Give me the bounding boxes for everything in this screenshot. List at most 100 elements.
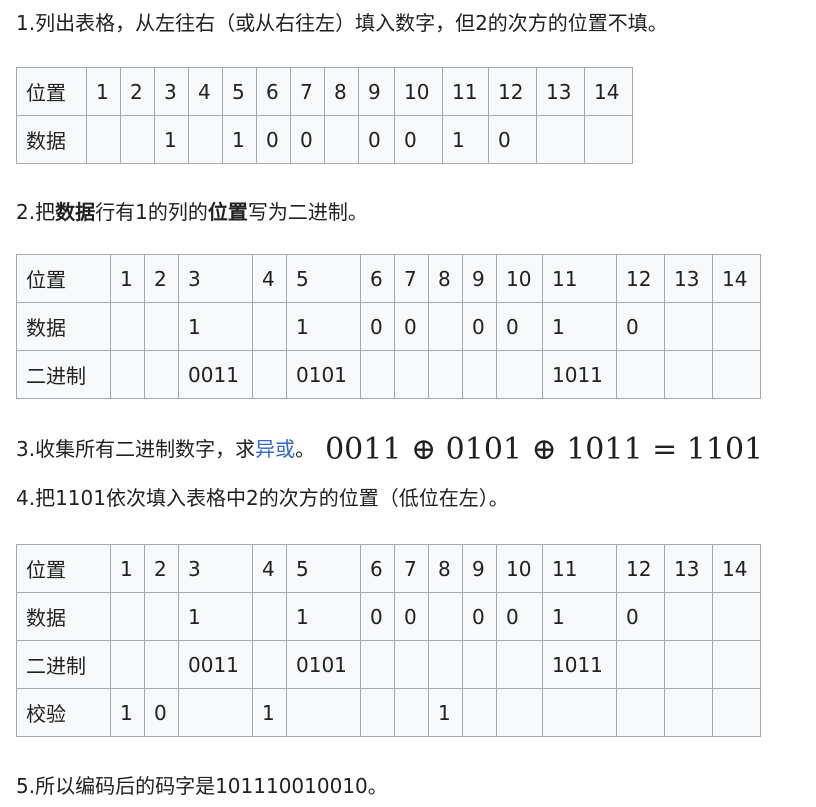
table-cell [664, 640, 713, 689]
table-cell: 12 [488, 67, 537, 116]
table-cell [252, 302, 287, 351]
table-cell [360, 640, 395, 689]
table-cell: 14 [584, 67, 633, 116]
table-cell [712, 302, 761, 351]
table-cell: 1 [252, 688, 287, 737]
table-cell: 1 [428, 688, 463, 737]
table-step3-body: 位置 1 2 3 4 5 6 7 8 9 10 11 12 13 14 数据 1 1 0 0 0 0 1 0 二进制 0011 01… [16, 544, 761, 737]
table-cell: 0 [394, 115, 443, 164]
row-header-cell: 位置 [16, 544, 111, 593]
table-cell: 0101 [286, 640, 361, 689]
table-cell: 4 [252, 544, 287, 593]
step2-prefix: 2.把 [16, 200, 56, 224]
table-cell: 6 [256, 67, 291, 116]
table-cell [584, 115, 633, 164]
table-cell: 0 [394, 592, 429, 641]
table-cell: 13 [664, 544, 713, 593]
table-cell [496, 688, 543, 737]
table-cell [360, 688, 395, 737]
table-cell [110, 302, 145, 351]
table-cell: 3 [154, 67, 189, 116]
step2-mid: 行有1的列的 [95, 200, 208, 224]
table-cell: 2 [144, 544, 179, 593]
table-cell [616, 688, 665, 737]
table-cell: 7 [290, 67, 325, 116]
table-cell [188, 115, 223, 164]
row-header-cell: 数据 [16, 302, 111, 351]
xor-link[interactable]: 异或 [255, 437, 295, 461]
table-cell [144, 350, 179, 399]
table-cell: 8 [428, 544, 463, 593]
table-row: 位置 1 2 3 4 5 6 7 8 9 10 11 12 13 14 [16, 544, 761, 593]
table-cell: 0 [462, 302, 497, 351]
table-row: 数据 1 1 0 0 0 0 1 0 [16, 115, 633, 164]
table-cell: 1011 [542, 640, 617, 689]
table-cell: 1 [542, 302, 617, 351]
table-cell: 9 [462, 544, 497, 593]
table-cell: 0 [488, 115, 537, 164]
table-cell: 5 [286, 254, 361, 303]
table-step2: 位置 1 2 3 4 5 6 7 8 9 10 11 12 13 14 数据 1 1 0 0 0 0 1 0 二进制 0011 01… [16, 254, 761, 399]
table-cell [428, 350, 463, 399]
table-cell [462, 688, 497, 737]
row-header-cell: 二进制 [16, 640, 111, 689]
table-row: 二进制 0011 0101 1011 [16, 640, 761, 689]
table-row: 校验 1 0 1 1 [16, 688, 761, 737]
table-cell: 0 [462, 592, 497, 641]
table-cell: 9 [462, 254, 497, 303]
table-cell: 0 [256, 115, 291, 164]
table-cell: 1 [542, 592, 617, 641]
table-cell [712, 688, 761, 737]
row-header-cell: 校验 [16, 688, 111, 737]
table-cell: 0 [144, 688, 179, 737]
table-step2-body: 位置 1 2 3 4 5 6 7 8 9 10 11 12 13 14 数据 1 1 0 0 0 0 1 0 二进制 0011 01… [16, 254, 761, 399]
table-cell: 0011 [178, 640, 253, 689]
table-cell: 13 [536, 67, 585, 116]
table-cell: 0 [496, 592, 543, 641]
table-cell [664, 592, 713, 641]
table-cell [286, 688, 361, 737]
table-cell: 0 [394, 302, 429, 351]
table-cell [712, 350, 761, 399]
table-cell [664, 688, 713, 737]
table-cell [428, 302, 463, 351]
table-cell: 1 [110, 688, 145, 737]
table-cell: 3 [178, 544, 253, 593]
table-cell: 1 [286, 302, 361, 351]
table-cell: 8 [428, 254, 463, 303]
table-cell: 10 [496, 254, 543, 303]
table-cell [496, 350, 543, 399]
step4-text: 4.把1101依次填入表格中2的次方的位置（低位在左）。 [16, 486, 509, 510]
table-cell [144, 302, 179, 351]
step5-text: 5.所以编码后的码字是101110010010。 [16, 774, 388, 798]
table-cell [428, 640, 463, 689]
table-cell [664, 350, 713, 399]
table-cell: 1011 [542, 350, 617, 399]
table-cell [252, 592, 287, 641]
table-cell: 7 [394, 254, 429, 303]
table-cell: 11 [542, 254, 617, 303]
table-cell [536, 115, 585, 164]
table-cell [252, 350, 287, 399]
table-cell: 0 [616, 302, 665, 351]
table-row: 位置 1 2 3 4 5 6 7 8 9 10 11 12 13 14 [16, 67, 633, 116]
table-cell [178, 688, 253, 737]
table-cell [394, 640, 429, 689]
table-cell [462, 350, 497, 399]
table-cell [496, 640, 543, 689]
table-cell: 2 [144, 254, 179, 303]
table-cell: 1 [86, 67, 121, 116]
table-cell: 1 [178, 302, 253, 351]
table-cell [394, 688, 429, 737]
table-cell: 5 [222, 67, 257, 116]
table-cell: 3 [178, 254, 253, 303]
table-row: 位置 1 2 3 4 5 6 7 8 9 10 11 12 13 14 [16, 254, 761, 303]
table-cell: 1 [286, 592, 361, 641]
table-step1: 位置 1 2 3 4 5 6 7 8 9 10 11 12 13 14 数据 1 1 0 0 0 0 1 0 [16, 67, 633, 164]
table-cell: 14 [712, 254, 761, 303]
table-cell: 6 [360, 544, 395, 593]
row-header-cell: 二进制 [16, 350, 111, 399]
table-cell: 4 [188, 67, 223, 116]
table-cell: 0 [358, 115, 395, 164]
table-cell [324, 115, 359, 164]
